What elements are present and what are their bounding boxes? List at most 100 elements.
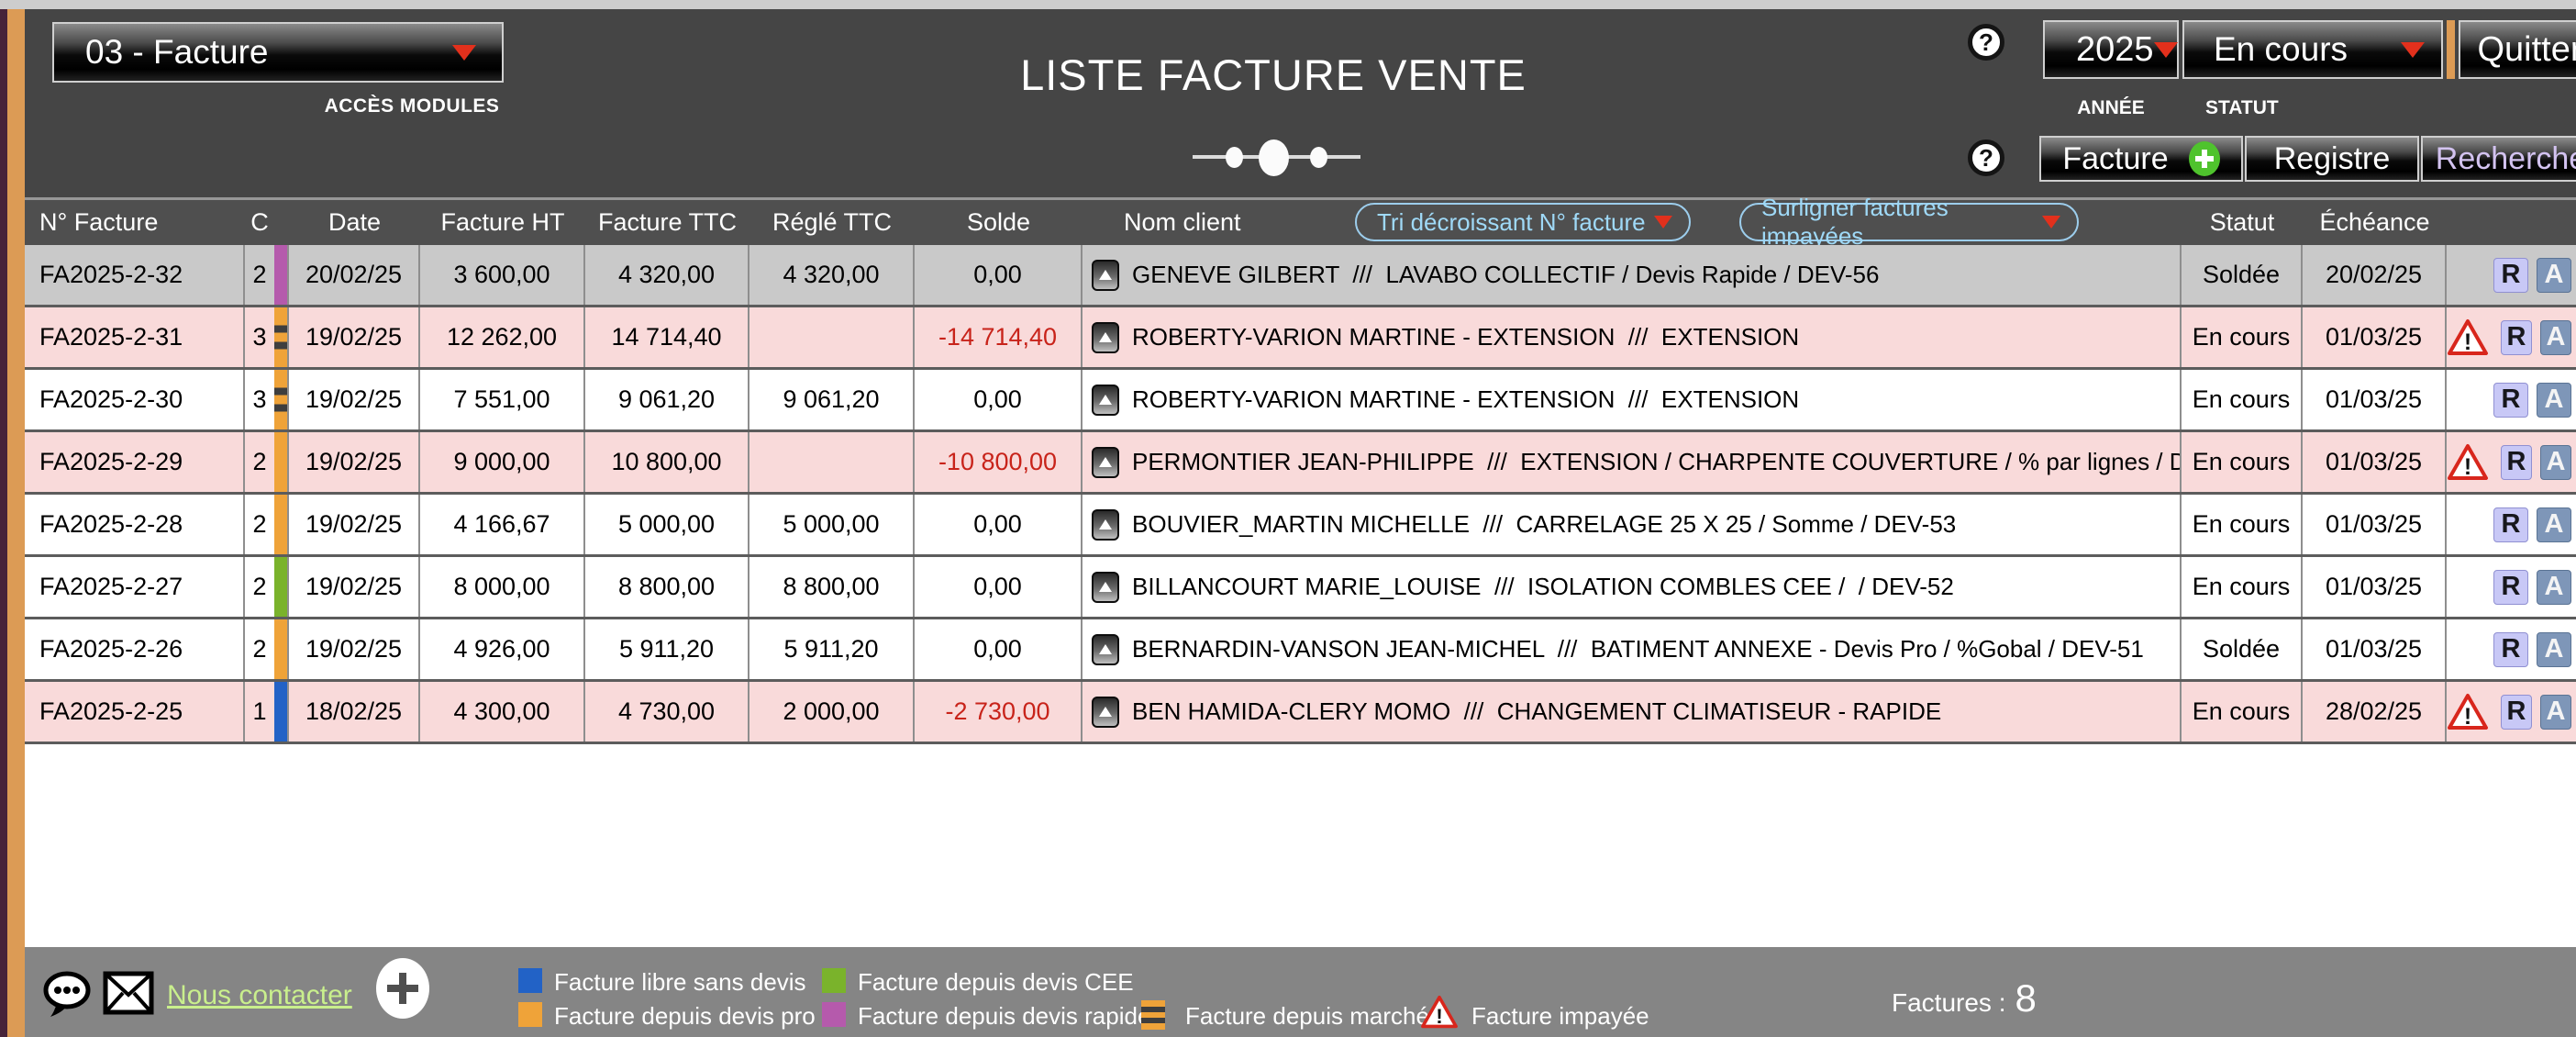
table-row[interactable]: FA2025-2-32 2 20/02/25 3 600,00 4 320,00… <box>25 245 2576 307</box>
mail-icon[interactable] <box>103 971 154 1020</box>
row-r-button[interactable]: R <box>2493 507 2528 542</box>
slider-dot-right[interactable] <box>1310 147 1327 168</box>
invoice-number: FA2025-2-30 <box>25 370 245 429</box>
expand-row-icon[interactable] <box>1092 634 1119 665</box>
client-cell: ROBERTY-VARION MARTINE - EXTENSION /// E… <box>1083 307 2182 367</box>
regle-ttc-value: 2 000,00 <box>749 682 915 742</box>
table-row[interactable]: FA2025-2-30 3 19/02/25 7 551,00 9 061,20… <box>25 370 2576 432</box>
caret-down-icon <box>452 45 476 61</box>
status-dropdown[interactable]: En cours <box>2182 20 2443 79</box>
chat-bubble-icon[interactable] <box>42 969 92 1023</box>
unpaid-warning-icon: ! <box>2447 443 2489 482</box>
contact-link[interactable]: Nous contacter <box>167 980 352 1011</box>
up-triangle-icon <box>1099 582 1112 592</box>
table-row[interactable]: FA2025-2-29 2 19/02/25 9 000,00 10 800,0… <box>25 432 2576 495</box>
client-cell: BILLANCOURT MARIE_LOUISE /// ISOLATION C… <box>1083 557 2182 617</box>
expand-row-icon[interactable] <box>1092 697 1119 728</box>
svg-text:!: ! <box>1436 1005 1443 1028</box>
recherche-button[interactable]: Recherche <box>2421 136 2576 182</box>
row-a-button[interactable]: A <box>2537 258 2571 293</box>
page-dots-slider[interactable] <box>1193 138 1360 178</box>
invoice-date: 19/02/25 <box>289 495 420 554</box>
regle-ttc-value: 5 000,00 <box>749 495 915 554</box>
invoice-date: 18/02/25 <box>289 682 420 742</box>
expand-row-icon[interactable] <box>1092 385 1119 416</box>
help-icon[interactable]: ? <box>1968 24 2004 61</box>
sort-dropdown[interactable]: Tri décroissant N° facture <box>1355 203 1691 241</box>
row-a-button[interactable]: A <box>2537 632 2571 667</box>
row-a-button[interactable]: A <box>2537 383 2571 418</box>
caret-down-icon <box>2401 42 2425 58</box>
row-r-button[interactable]: R <box>2501 695 2532 730</box>
facture-button-label: Facture <box>2062 141 2168 177</box>
registre-button[interactable]: Registre <box>2245 136 2419 182</box>
year-dropdown[interactable]: 2025 <box>2043 20 2179 79</box>
legend-label-rapide: Facture depuis devis rapide <box>858 1002 1150 1031</box>
slider-dot-center[interactable] <box>1259 139 1289 176</box>
status-value: En cours <box>2214 30 2348 69</box>
col-header-date: Date <box>289 200 420 245</box>
legend-label-impayee: Facture impayée <box>1471 1002 1649 1031</box>
client-cell: PERMONTIER JEAN-PHILIPPE /// EXTENSION /… <box>1083 432 2182 492</box>
row-r-button[interactable]: R <box>2501 320 2532 355</box>
module-selector-dropdown[interactable]: 03 - Facture <box>52 22 504 83</box>
row-a-button[interactable]: A <box>2540 445 2571 480</box>
invoice-type-color-bar <box>274 557 289 617</box>
invoice-due-date: 01/03/25 <box>2303 370 2447 429</box>
expand-row-icon[interactable] <box>1092 260 1119 291</box>
expand-row-icon[interactable] <box>1092 572 1119 603</box>
row-r-button[interactable]: R <box>2493 258 2528 293</box>
left-orange-strip <box>7 9 25 1037</box>
row-actions: ! R A <box>2447 557 2576 617</box>
invoice-status: Soldée <box>2182 245 2303 305</box>
row-r-button[interactable]: R <box>2493 570 2528 605</box>
table-row[interactable]: FA2025-2-25 1 18/02/25 4 300,00 4 730,00… <box>25 682 2576 744</box>
row-a-button[interactable]: A <box>2540 320 2571 355</box>
legend-swatch-pro <box>518 1002 542 1027</box>
table-row[interactable]: FA2025-2-28 2 19/02/25 4 166,67 5 000,00… <box>25 495 2576 557</box>
table-row[interactable]: FA2025-2-27 2 19/02/25 8 000,00 8 800,00… <box>25 557 2576 619</box>
invoice-due-date: 01/03/25 <box>2303 557 2447 617</box>
solde-value: 0,00 <box>915 495 1083 554</box>
row-r-button[interactable]: R <box>2493 632 2528 667</box>
table-row[interactable]: FA2025-2-31 3 19/02/25 12 262,00 14 714,… <box>25 307 2576 370</box>
expand-row-icon[interactable] <box>1092 322 1119 353</box>
col-header-statut: Statut <box>2182 200 2303 245</box>
client-name: PERMONTIER JEAN-PHILIPPE /// EXTENSION /… <box>1132 448 2182 476</box>
expand-row-icon[interactable] <box>1092 447 1119 478</box>
sort-dropdown-value: Tri décroissant N° facture <box>1377 208 1646 237</box>
facture-ttc-value: 5 000,00 <box>585 495 749 554</box>
year-value: 2025 <box>2076 30 2154 70</box>
invoice-number: FA2025-2-32 <box>25 245 245 305</box>
up-triangle-icon <box>1099 519 1112 530</box>
col-header-num-facture: N° Facture <box>25 200 245 245</box>
row-actions: ! R A <box>2447 432 2576 492</box>
status-label: STATUT <box>2205 97 2279 119</box>
regle-ttc-value <box>749 432 915 492</box>
quit-button[interactable]: Quitter <box>2459 20 2576 79</box>
year-label: ANNÉE <box>2043 97 2179 119</box>
regle-ttc-value: 5 911,20 <box>749 619 915 679</box>
page-title: LISTE FACTURE VENTE <box>942 50 1604 100</box>
table-row[interactable]: FA2025-2-26 2 19/02/25 4 926,00 5 911,20… <box>25 619 2576 682</box>
solde-value: -14 714,40 <box>915 307 1083 367</box>
row-a-button[interactable]: A <box>2540 695 2571 730</box>
facture-ttc-value: 4 730,00 <box>585 682 749 742</box>
solde-value: 0,00 <box>915 557 1083 617</box>
highlight-unpaid-dropdown[interactable]: Surligner factures impayées <box>1739 203 2079 241</box>
caret-down-icon <box>1654 216 1672 229</box>
slider-dot-left[interactable] <box>1226 147 1243 168</box>
col-header-facture-ttc: Facture TTC <box>585 200 749 245</box>
expand-row-icon[interactable] <box>1092 509 1119 541</box>
svg-text:!: ! <box>2464 329 2471 355</box>
help-icon[interactable]: ? <box>1968 139 2004 176</box>
row-r-button[interactable]: R <box>2501 445 2532 480</box>
col-header-facture-ht: Facture HT <box>420 200 585 245</box>
row-a-button[interactable]: A <box>2537 507 2571 542</box>
new-facture-button[interactable]: Facture <box>2039 136 2243 182</box>
caret-down-icon <box>2154 42 2178 58</box>
invoice-number: FA2025-2-31 <box>25 307 245 367</box>
add-large-icon[interactable] <box>376 958 429 1019</box>
row-a-button[interactable]: A <box>2537 570 2571 605</box>
row-r-button[interactable]: R <box>2493 383 2528 418</box>
